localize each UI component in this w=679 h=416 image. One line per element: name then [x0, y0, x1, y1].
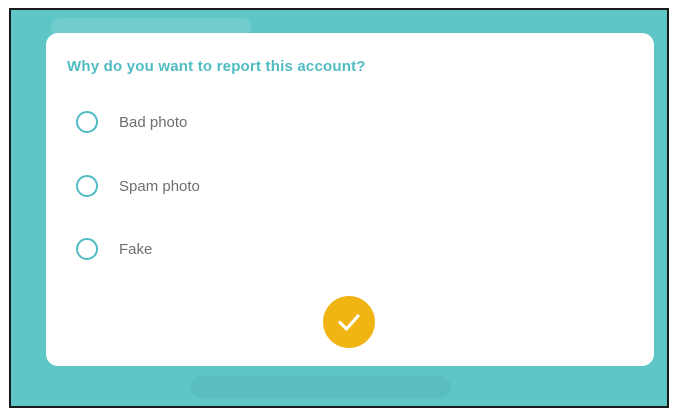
- app-screen: Why do you want to report this account? …: [9, 8, 669, 408]
- option-label: Fake: [119, 240, 153, 258]
- option-label: Bad photo: [119, 113, 188, 131]
- checkmark-icon: [338, 314, 360, 331]
- radio-button[interactable]: [76, 238, 98, 260]
- option-label: Spam photo: [119, 177, 200, 195]
- dialog-title: Why do you want to report this account?: [67, 58, 366, 75]
- radio-button[interactable]: [76, 111, 98, 133]
- confirm-button[interactable]: [323, 296, 375, 348]
- radio-button[interactable]: [76, 175, 98, 197]
- report-option-spam-photo[interactable]: Spam photo: [76, 172, 200, 200]
- report-option-bad-photo[interactable]: Bad photo: [76, 108, 187, 136]
- report-option-fake[interactable]: Fake: [76, 235, 152, 263]
- report-account-dialog: Why do you want to report this account? …: [46, 33, 654, 366]
- background-footer-blur: [191, 376, 451, 398]
